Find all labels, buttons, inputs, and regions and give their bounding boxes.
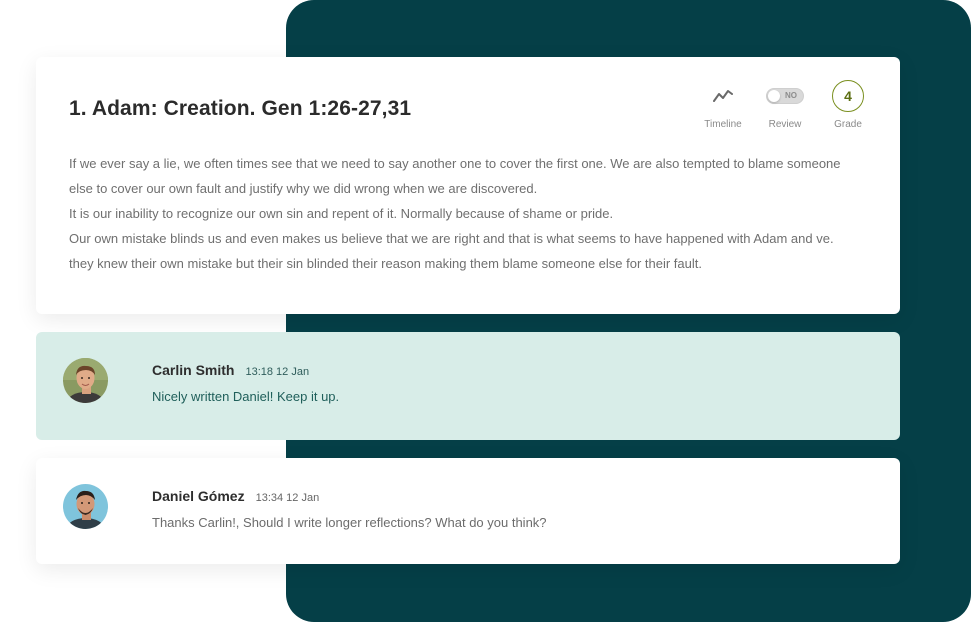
avatar[interactable]: [63, 358, 108, 403]
reflection-title: 1. Adam: Creation. Gen 1:26-27,31: [69, 97, 412, 120]
comment-card: Carlin Smith 13:18 12 Jan Nicely written…: [36, 332, 900, 440]
comment-author[interactable]: Daniel Gómez: [152, 488, 245, 504]
review-control: NO Review: [754, 81, 816, 130]
comment-text: Thanks Carlin!, Should I write longer re…: [152, 515, 547, 530]
grade-control[interactable]: 4 Grade: [823, 80, 873, 130]
comment-text: Nicely written Daniel! Keep it up.: [152, 389, 340, 404]
avatar[interactable]: [63, 484, 108, 529]
grade-label: Grade: [834, 119, 862, 130]
avatar-image: [63, 484, 108, 529]
reflection-body: If we ever say a lie, we often times see…: [69, 151, 859, 276]
comment-time: 13:18 12 Jan: [245, 366, 310, 378]
reflection-controls: Timeline NO Review 4 Grade: [695, 80, 873, 130]
comment-time: 13:34 12 Jan: [255, 492, 320, 504]
grade-badge[interactable]: 4: [832, 80, 864, 112]
review-toggle[interactable]: NO: [766, 88, 804, 104]
comment-header: Daniel Gómez 13:34 12 Jan: [152, 488, 319, 504]
toggle-knob: [768, 90, 780, 102]
comment-author[interactable]: Carlin Smith: [152, 362, 234, 378]
avatar-image: [63, 358, 108, 403]
timeline-label: Timeline: [704, 119, 742, 130]
timeline-control[interactable]: Timeline: [695, 81, 751, 130]
review-toggle-text: NO: [785, 91, 797, 100]
reflection-paragraph: It is our inability to recognize our own…: [69, 206, 614, 221]
reflection-card: 1. Adam: Creation. Gen 1:26-27,31 Timeli…: [36, 57, 900, 314]
reflection-paragraph: If we ever say a lie, we often times see…: [69, 156, 841, 196]
timeline-icon[interactable]: [713, 89, 733, 103]
reflection-paragraph: Our own mistake blinds us and even makes…: [69, 231, 834, 271]
review-label: Review: [768, 119, 802, 130]
comment-header: Carlin Smith 13:18 12 Jan: [152, 362, 309, 378]
comment-card: Daniel Gómez 13:34 12 Jan Thanks Carlin!…: [36, 458, 900, 564]
